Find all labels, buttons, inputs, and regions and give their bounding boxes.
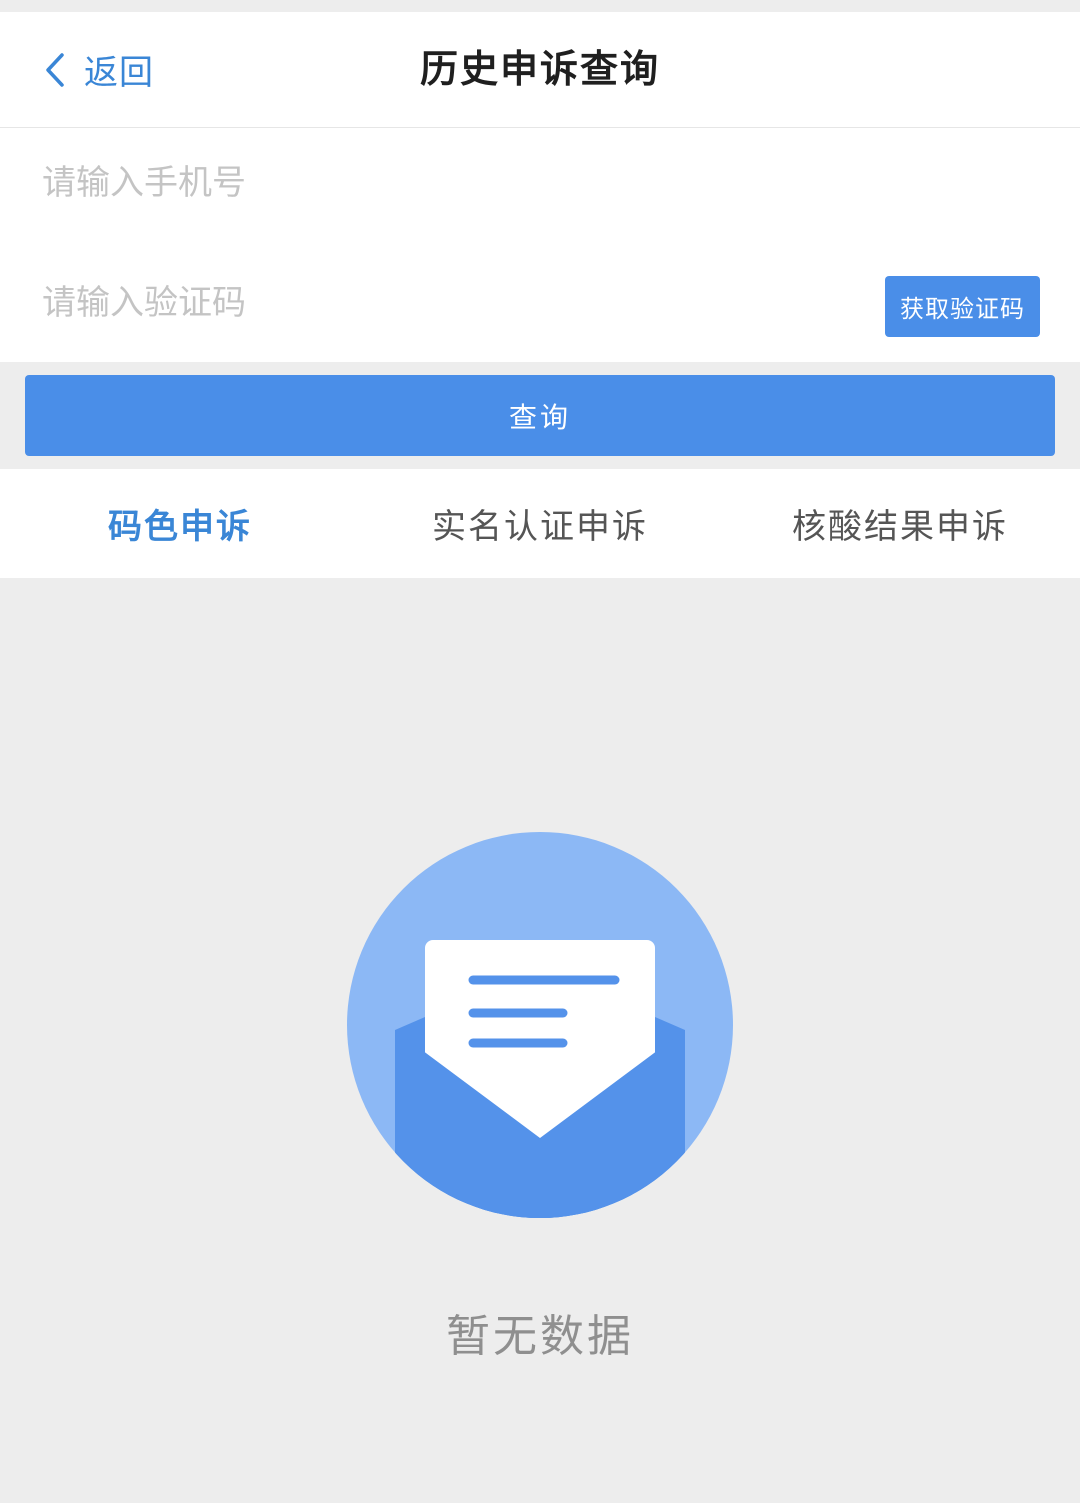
page-title: 历史申诉查询 <box>419 47 660 91</box>
query-button[interactable]: 查询 <box>25 375 1055 456</box>
query-form: 获取验证码 <box>0 128 1080 362</box>
tab-code-color-appeal[interactable]: 码色申诉 <box>0 469 360 578</box>
envelope-letter-icon <box>345 830 735 1220</box>
tab-nucleic-acid-appeal[interactable]: 核酸结果申诉 <box>720 469 1080 578</box>
navigation-bar: 返回 历史申诉查询 <box>0 12 1080 128</box>
tab-real-name-appeal[interactable]: 实名认证申诉 <box>360 469 720 578</box>
phone-input[interactable] <box>42 158 862 208</box>
get-code-button[interactable]: 获取验证码 <box>885 276 1040 337</box>
verification-code-input[interactable] <box>42 278 862 328</box>
appeal-type-tabs: 码色申诉 实名认证申诉 核酸结果申诉 <box>0 469 1080 578</box>
status-strip <box>0 0 1080 12</box>
empty-state-text: 暂无数据 <box>446 1311 634 1362</box>
